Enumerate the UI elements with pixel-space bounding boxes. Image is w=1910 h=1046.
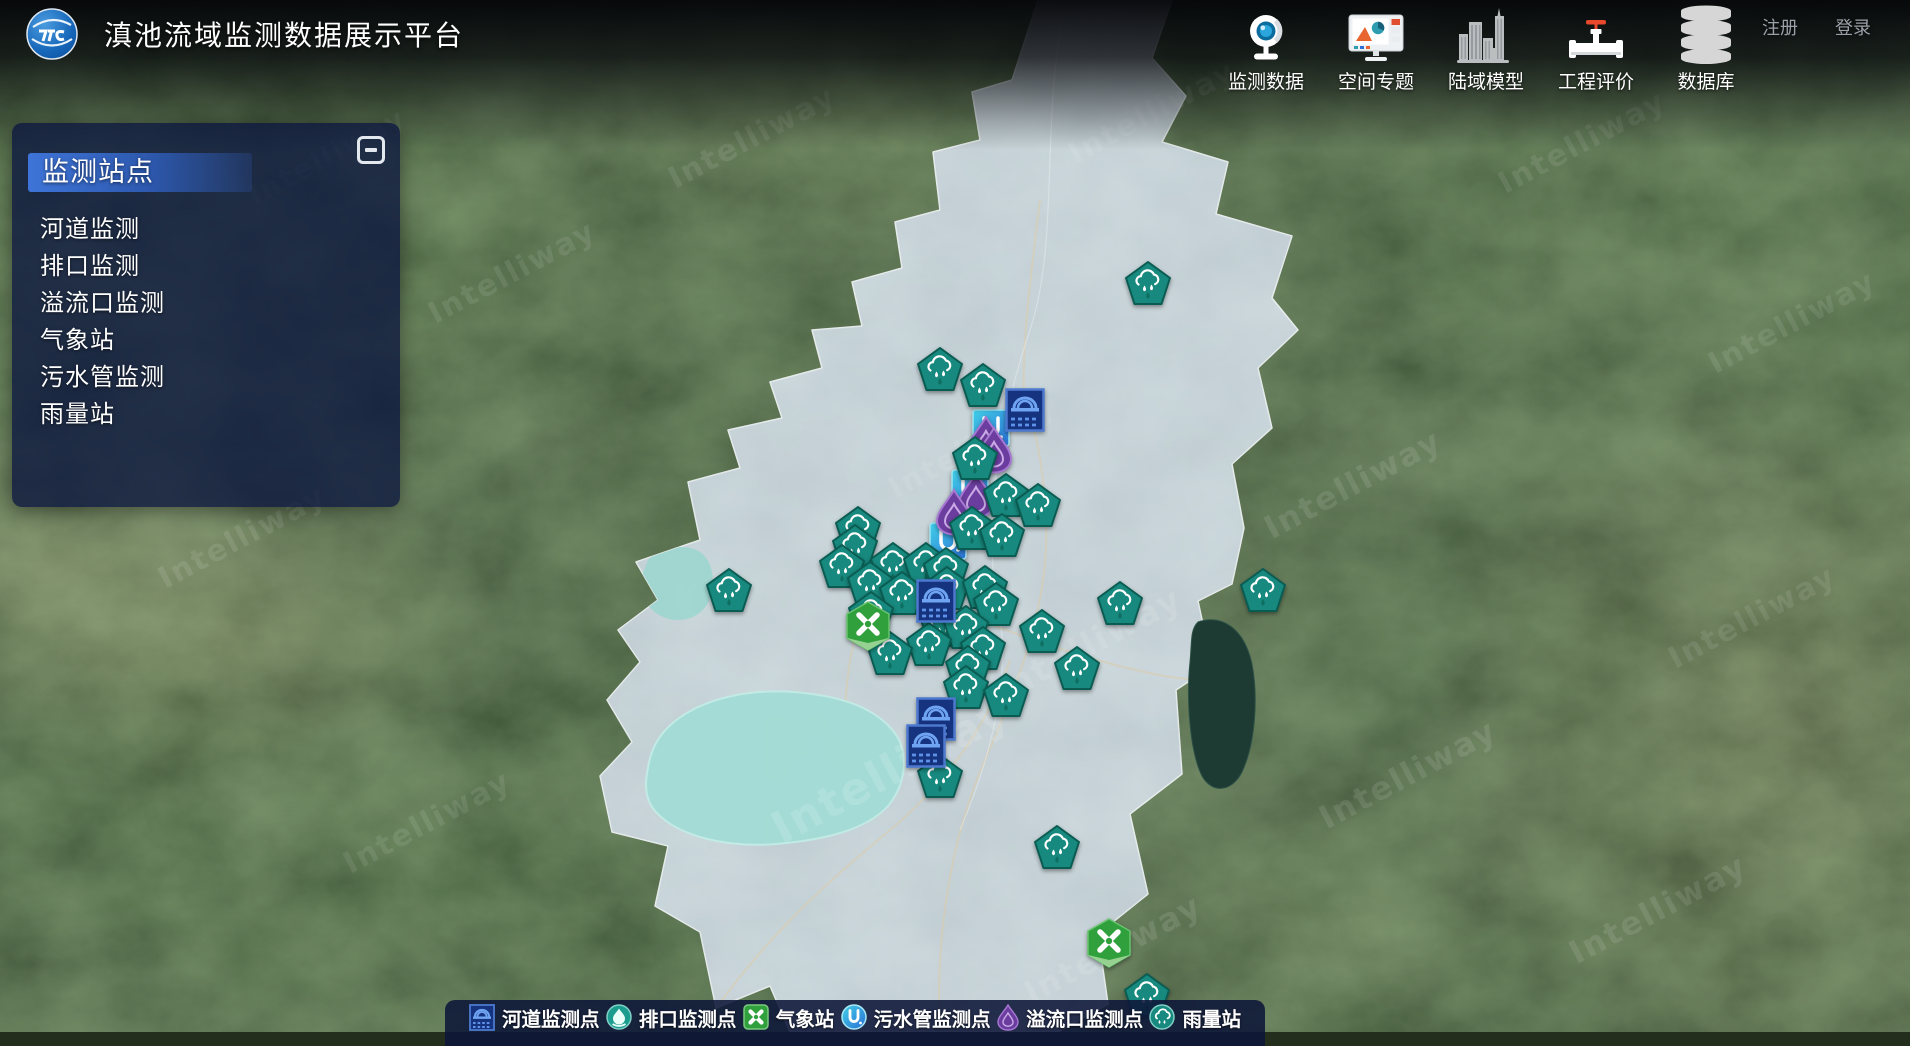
legend-item-sewage: 污水管监测点 xyxy=(841,1003,991,1032)
auth-links: 注册 登录 xyxy=(1762,14,1871,40)
globe-swoosh-logo xyxy=(26,8,78,60)
marker-weather[interactable] xyxy=(845,601,891,655)
nav-item-project-evaluation[interactable]: 工程评价 xyxy=(1548,3,1644,94)
overflow-station-icon xyxy=(997,1004,1019,1031)
marker-rain[interactable] xyxy=(917,347,963,395)
sidebar-item-river-monitoring[interactable]: 河道监测 xyxy=(12,211,400,248)
panel-title[interactable]: 监测站点 xyxy=(28,153,252,192)
brand: 滇池流域监测数据展示平台 xyxy=(26,8,464,60)
login-link[interactable]: 登录 xyxy=(1835,14,1871,40)
river-station-icon xyxy=(469,1004,495,1031)
sidebar-item-weather-station[interactable]: 气象站 xyxy=(12,322,400,359)
sidebar-menu: 河道监测 排口监测 溢流口监测 气象站 污水管监测 雨量站 xyxy=(12,211,400,433)
legend-item-river: 河道监测点 xyxy=(469,1003,600,1032)
marker-rain[interactable] xyxy=(979,513,1025,561)
legend-item-rain: 雨量站 xyxy=(1149,1003,1241,1032)
marker-rain[interactable] xyxy=(1240,568,1286,616)
sewage-pipe-icon xyxy=(841,1004,867,1030)
panel-minimize-button[interactable] xyxy=(357,136,385,164)
legend-item-overflow: 溢流口监测点 xyxy=(997,1003,1143,1032)
marker-rain[interactable] xyxy=(960,363,1006,411)
marker-rain[interactable] xyxy=(1034,825,1080,873)
minus-icon xyxy=(365,148,377,152)
nav-item-monitoring-data[interactable]: 监测数据 xyxy=(1218,3,1314,94)
nav-item-spatial-topics[interactable]: 空间专题 xyxy=(1328,3,1424,94)
nav-item-database[interactable]: 数据库 xyxy=(1658,3,1754,94)
nav-item-land-model[interactable]: 陆域模型 xyxy=(1438,3,1534,94)
sidebar-item-sewage-monitoring[interactable]: 污水管监测 xyxy=(12,359,400,396)
marker-river[interactable] xyxy=(906,724,946,772)
webcam-icon xyxy=(1241,3,1291,64)
marker-river[interactable] xyxy=(1005,388,1045,436)
outlet-station-icon xyxy=(606,1004,632,1030)
page-title: 滇池流域监测数据展示平台 xyxy=(104,14,464,54)
sidebar-item-rain-gauge[interactable]: 雨量站 xyxy=(12,396,400,433)
rain-gauge-icon xyxy=(1149,1004,1175,1030)
monitor-chart-icon xyxy=(1348,3,1404,64)
monitoring-stations-panel: 监测站点 河道监测 排口监测 溢流口监测 气象站 污水管监测 雨量站 xyxy=(12,123,400,507)
city-buildings-icon xyxy=(1457,3,1515,64)
sidebar-item-overflow-monitoring[interactable]: 溢流口监测 xyxy=(12,285,400,322)
marker-weather[interactable] xyxy=(1086,918,1132,972)
marker-rain[interactable] xyxy=(1125,261,1171,309)
legend-item-weather: 气象站 xyxy=(743,1003,835,1032)
register-link[interactable]: 注册 xyxy=(1762,14,1798,40)
legend-item-outlet: 排口监测点 xyxy=(606,1003,737,1032)
map-legend: 河道监测点 排口监测点 气象站 污水管监测点 xyxy=(445,1000,1265,1046)
marker-river[interactable] xyxy=(916,579,956,627)
sidebar-item-outlet-monitoring[interactable]: 排口监测 xyxy=(12,248,400,285)
weather-station-icon xyxy=(743,1004,769,1030)
database-icon xyxy=(1678,3,1734,64)
marker-rain[interactable] xyxy=(706,568,752,616)
main-nav: 监测数据 空间专题 xyxy=(1218,3,1754,94)
marker-rain[interactable] xyxy=(1054,646,1100,694)
pipe-valve-icon xyxy=(1569,3,1623,64)
marker-rain[interactable] xyxy=(1097,581,1143,629)
marker-rain[interactable] xyxy=(983,673,1029,721)
